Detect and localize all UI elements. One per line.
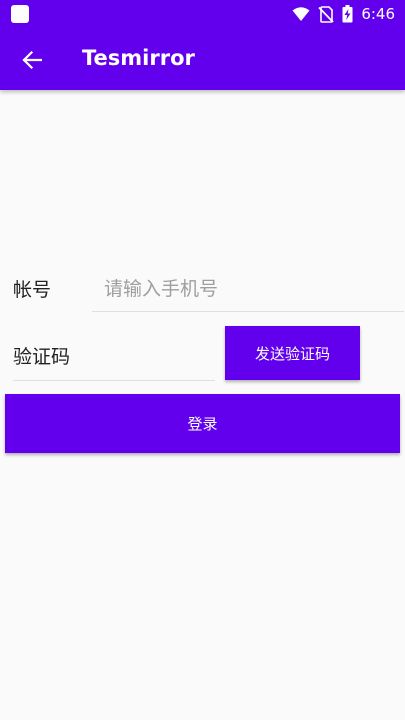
no-sim-icon	[318, 5, 334, 23]
arrow-left-icon	[22, 50, 42, 70]
back-button[interactable]	[12, 40, 52, 80]
app-bar: 6:46 Tesmirror	[0, 0, 405, 90]
login-button[interactable]: 登录	[5, 394, 400, 453]
account-label: 帐号	[13, 279, 52, 301]
toolbar: Tesmirror	[0, 28, 405, 90]
wifi-icon	[292, 7, 310, 21]
app-notification-icon	[11, 5, 29, 23]
phone-number-input[interactable]	[92, 266, 404, 312]
verification-code-field[interactable]: 验证码	[13, 342, 70, 369]
status-bar: 6:46	[0, 0, 405, 28]
page-title: Tesmirror	[82, 46, 195, 70]
status-icons: 6:46	[292, 4, 395, 24]
battery-charging-icon	[342, 5, 353, 23]
verification-code-underline	[13, 380, 215, 381]
status-time: 6:46	[361, 5, 395, 23]
send-code-button[interactable]: 发送验证码	[225, 326, 360, 380]
